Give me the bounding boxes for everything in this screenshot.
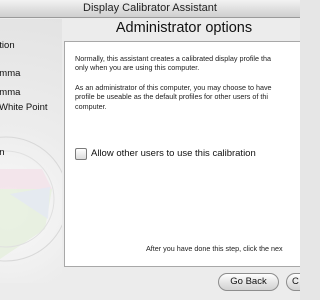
sidebar-item-introduction: ation [0,40,15,51]
sidebar-item-gamma-1: amma [0,68,21,79]
intro-line-1: Normally, this assistant creates a calib… [75,54,272,63]
intro-paragraph: Normally, this assistant creates a calib… [75,54,300,73]
go-back-button[interactable]: Go Back [218,273,279,291]
admin-line-3: computer. [75,101,107,111]
continue-button[interactable]: C [286,273,300,291]
title-bar[interactable]: Display Calibrator Assistant [0,0,300,18]
assistant-window: Display Calibrator Assistant ation amma … [0,0,300,300]
footer-instruction: After you have done this step, click the… [146,244,283,253]
content-panel: Normally, this assistant creates a calib… [64,41,300,267]
admin-line-1: As an administrator of this computer, yo… [75,83,272,92]
color-wheel-graphic [0,136,62,262]
intro-line-2: only when you are using this computer. [75,63,200,73]
page-title: Administrator options [115,20,253,36]
window-title: Display Calibrator Assistant [83,2,217,14]
sidebar-item-gamma-2: amma [0,87,21,98]
sidebar-item-white-point: White Point [0,102,48,113]
sidebar-item-admin-options: on [0,147,5,158]
admin-paragraph: As an administrator of this computer, yo… [75,83,300,111]
admin-line-2: profile be useable as the default profil… [75,92,268,102]
allow-other-users-label[interactable]: Allow other users to use this calibratio… [91,148,256,159]
steps-sidebar: ation amma amma White Point on [0,19,62,283]
allow-other-users-checkbox[interactable] [75,148,87,160]
